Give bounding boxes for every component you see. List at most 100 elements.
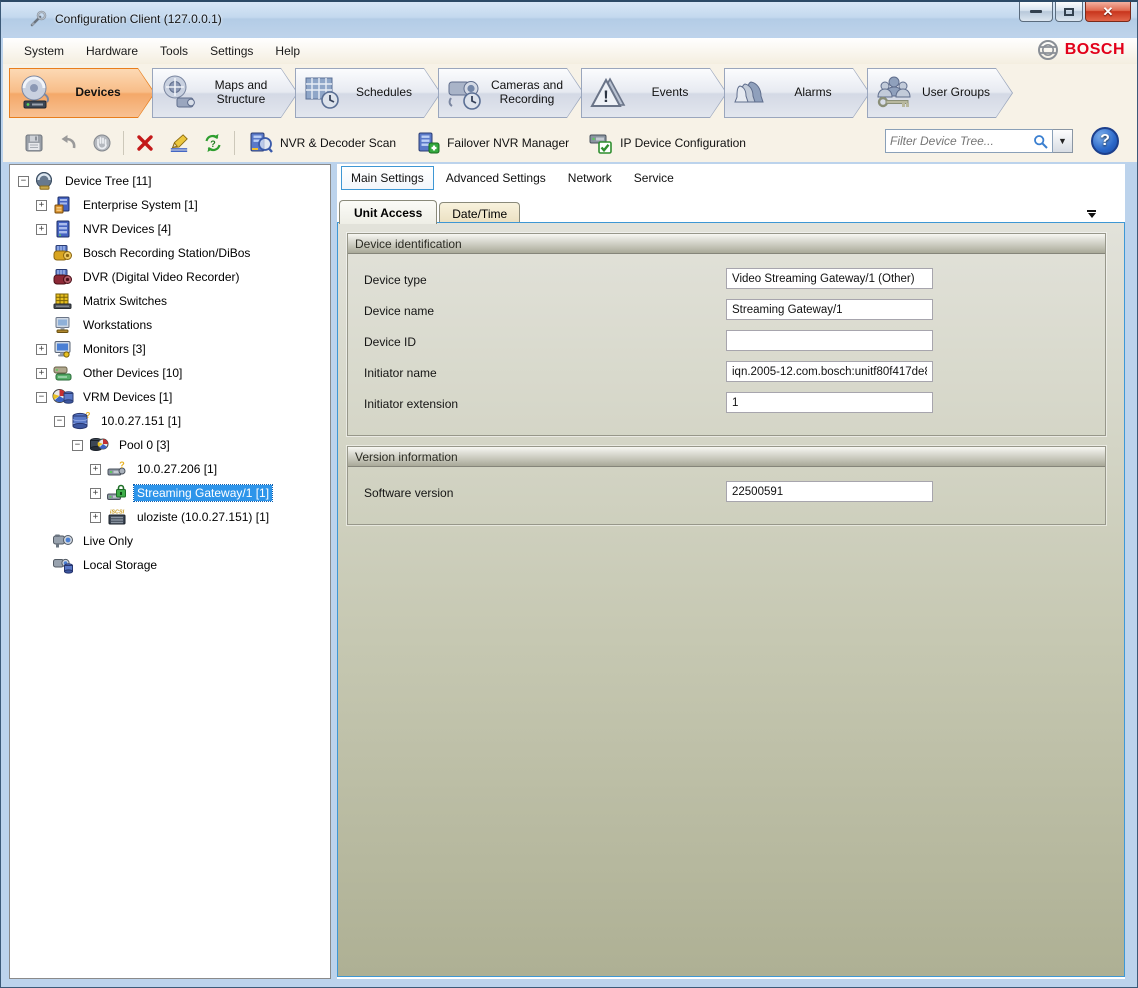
ribbon-tab-cameras-and-recording[interactable]: Cameras and Recording xyxy=(438,68,584,118)
svg-text:?: ? xyxy=(210,139,216,149)
edit-icon xyxy=(169,133,189,153)
field-input-device-type[interactable] xyxy=(726,268,933,289)
filter-dropdown-button[interactable]: ▼ xyxy=(1053,129,1073,153)
maximize-button[interactable] xyxy=(1055,2,1083,22)
tree-item-other-devices-10[interactable]: + Other Devices [10] xyxy=(10,361,330,385)
expander-plus-icon[interactable]: + xyxy=(90,512,101,523)
tree-item-nvr-devices-4[interactable]: + NVR Devices [4] xyxy=(10,217,330,241)
expander-minus-icon[interactable]: − xyxy=(72,440,83,451)
tree-item-matrix-switches[interactable]: Matrix Switches xyxy=(10,289,330,313)
tree-item-label: Matrix Switches xyxy=(80,293,170,309)
toolbar-separator xyxy=(234,131,235,155)
close-button[interactable]: ✕ xyxy=(1085,2,1131,22)
field-input-device-id[interactable] xyxy=(726,330,933,351)
menu-item-help[interactable]: Help xyxy=(264,40,311,62)
refresh-states-button[interactable]: ? xyxy=(196,128,230,158)
nvr-decoder-scan-button[interactable]: NVR & Decoder Scan xyxy=(249,131,396,155)
ip-device-configuration-label: IP Device Configuration xyxy=(620,136,746,150)
title-bar[interactable]: Configuration Client (127.0.0.1) ✕ xyxy=(1,2,1137,36)
tree-item-vrm-devices-1[interactable]: − VRM Devices [1] xyxy=(10,385,330,409)
tree-item-bosch-recording-station-dibos[interactable]: Bosch Recording Station/DiBos xyxy=(10,241,330,265)
expander-minus-icon[interactable]: − xyxy=(54,416,65,427)
pan-button[interactable] xyxy=(85,128,119,158)
usergroups-ribbon-icon xyxy=(874,74,914,112)
failover-nvr-manager-button[interactable]: Failover NVR Manager xyxy=(416,131,569,155)
field-input-initiator-name[interactable] xyxy=(726,361,933,382)
expander-plus-icon[interactable]: + xyxy=(36,368,47,379)
tree-item-uloziste-10-0-27-151-1[interactable]: + iSCSI uloziste (10.0.27.151) [1] xyxy=(10,505,330,529)
encoder-question-icon: ? xyxy=(106,460,128,478)
field-label-device-type: Device type xyxy=(364,273,427,287)
rename-button[interactable] xyxy=(162,128,196,158)
tree-item-local-storage[interactable]: Local Storage xyxy=(10,553,330,577)
help-button[interactable]: ? xyxy=(1091,127,1119,155)
collapse-groups-icon[interactable] xyxy=(1086,210,1097,218)
device-tree-icon xyxy=(34,172,56,190)
tree-item-live-only[interactable]: Live Only xyxy=(10,529,330,553)
tab-network[interactable]: Network xyxy=(558,166,622,190)
expander-plus-icon[interactable]: + xyxy=(36,224,47,235)
field-input-device-name[interactable] xyxy=(726,299,933,320)
ribbon-tab-events[interactable]: ! Events xyxy=(581,68,727,118)
field-label-initiator-extension: Initiator extension xyxy=(364,397,458,411)
save-button[interactable] xyxy=(17,128,51,158)
menu-item-hardware[interactable]: Hardware xyxy=(75,40,149,62)
menu-item-settings[interactable]: Settings xyxy=(199,40,264,62)
field-input-software-version[interactable] xyxy=(726,481,933,502)
tree-item-label: Live Only xyxy=(80,533,136,549)
tree-item-workstations[interactable]: Workstations xyxy=(10,313,330,337)
maps-ribbon-icon xyxy=(159,74,199,112)
tree-item-label: Streaming Gateway/1 [1] xyxy=(134,485,272,501)
tree-item-streaming-gateway-1-1[interactable]: + Streaming Gateway/1 [1] xyxy=(10,481,330,505)
menu-item-system[interactable]: System xyxy=(13,40,75,62)
group-version-information: Version information Software version xyxy=(347,446,1106,525)
subtab-date-time[interactable]: Date/Time xyxy=(439,202,520,224)
expander-minus-icon[interactable]: − xyxy=(18,176,29,187)
expander-plus-icon[interactable]: + xyxy=(36,344,47,355)
group-header: Device identification xyxy=(348,234,1105,254)
tab-service[interactable]: Service xyxy=(624,166,684,190)
maximize-icon xyxy=(1064,8,1074,16)
expander-plus-icon[interactable]: + xyxy=(36,200,47,211)
tree-item-label: Workstations xyxy=(80,317,155,333)
tree-item-label: DVR (Digital Video Recorder) xyxy=(80,269,243,285)
tree-item-label: Other Devices [10] xyxy=(80,365,185,381)
tree-item-device-tree-11[interactable]: − Device Tree [11] xyxy=(10,169,330,193)
group-header: Version information xyxy=(348,447,1105,467)
undo-button[interactable] xyxy=(51,128,85,158)
gateway-lock-icon xyxy=(106,484,128,502)
tree-item-label: uloziste (10.0.27.151) [1] xyxy=(134,509,272,525)
subtab-unit-access[interactable]: Unit Access xyxy=(339,200,437,224)
tree-item-enterprise-system-1[interactable]: + Enterprise System [1] xyxy=(10,193,330,217)
tree-item-label: 10.0.27.206 [1] xyxy=(134,461,220,477)
tree-item-monitors-3[interactable]: + Monitors [3] xyxy=(10,337,330,361)
tab-main-settings[interactable]: Main Settings xyxy=(341,166,434,190)
delete-button[interactable] xyxy=(128,128,162,158)
tree-item-10-0-27-151-1[interactable]: − ? 10.0.27.151 [1] xyxy=(10,409,330,433)
minimize-button[interactable] xyxy=(1019,2,1053,22)
ribbon-tab-maps-and-structure[interactable]: Maps and Structure xyxy=(152,68,298,118)
expander-plus-icon[interactable]: + xyxy=(90,488,101,499)
field-label-device-name: Device name xyxy=(364,304,434,318)
recorder-yellow-icon xyxy=(52,244,74,262)
tab-advanced-settings[interactable]: Advanced Settings xyxy=(436,166,556,190)
svg-text:!: ! xyxy=(603,87,609,106)
filter-device-tree-input[interactable] xyxy=(890,134,1033,148)
expander-spacer xyxy=(36,560,47,571)
menu-item-tools[interactable]: Tools xyxy=(149,40,199,62)
tree-item-dvr-digital-video-recorder[interactable]: DVR (Digital Video Recorder) xyxy=(10,265,330,289)
ribbon-tab-alarms[interactable]: Alarms xyxy=(724,68,870,118)
expander-minus-icon[interactable]: − xyxy=(36,392,47,403)
expander-plus-icon[interactable]: + xyxy=(90,464,101,475)
ribbon-tab-schedules[interactable]: Schedules xyxy=(295,68,441,118)
ribbon-tab-label: Devices xyxy=(56,86,154,100)
tree-item-pool-0-3[interactable]: − Pool 0 [3] xyxy=(10,433,330,457)
tree-item-10-0-27-206-1[interactable]: + ? 10.0.27.206 [1] xyxy=(10,457,330,481)
field-input-initiator-extension[interactable] xyxy=(726,392,933,413)
ip-device-configuration-button[interactable]: IP Device Configuration xyxy=(589,131,746,155)
failover-icon xyxy=(416,131,440,155)
expander-spacer xyxy=(36,248,47,259)
menu-bar: SystemHardwareToolsSettingsHelp BOSCH xyxy=(3,38,1137,64)
ribbon-tab-user-groups[interactable]: User Groups xyxy=(867,68,1013,118)
ribbon-tab-devices[interactable]: Devices xyxy=(9,68,155,118)
